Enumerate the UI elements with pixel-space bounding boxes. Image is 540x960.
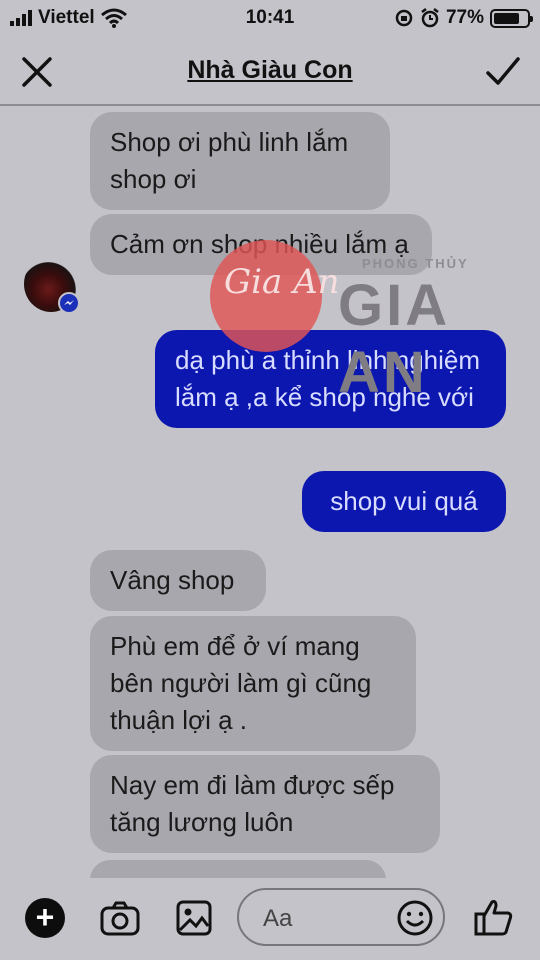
battery-fill: [494, 12, 519, 24]
message-bubble-incoming-partial[interactable]: [90, 860, 386, 878]
photo-icon[interactable]: [172, 896, 216, 940]
message-bubble-incoming[interactable]: Phù em để ở ví mang bên người làm gì cũn…: [90, 616, 416, 751]
emoji-icon[interactable]: [395, 898, 435, 938]
battery-icon: [490, 8, 533, 28]
message-bubble-incoming[interactable]: Nay em đi làm được sếp tăng lương luôn: [90, 755, 440, 853]
alarm-icon: [421, 8, 439, 28]
thumbs-up-icon[interactable]: [472, 896, 516, 940]
conversation-title[interactable]: Nhà Giàu Con: [0, 56, 540, 85]
message-bubble-incoming[interactable]: Vâng shop: [90, 550, 266, 611]
messenger-badge-icon: [58, 292, 80, 314]
battery-percent: 77%: [445, 7, 484, 28]
camera-icon[interactable]: [98, 896, 142, 940]
message-bubble-incoming[interactable]: Shop ơi phù linh lắm shop ơi: [90, 112, 390, 210]
composer-bar: + Aa: [0, 878, 540, 960]
message-bubble-outgoing[interactable]: shop vui quá: [302, 471, 506, 532]
message-input-placeholder: Aa: [263, 905, 293, 932]
message-bubble-outgoing[interactable]: dạ phù a thỉnh linh nghiệm lắm ạ ,a kể s…: [155, 330, 506, 428]
status-bar: Viettel 10:41 77%: [0, 0, 540, 36]
chat-header: Nhà Giàu Con: [0, 36, 540, 106]
plus-icon[interactable]: +: [25, 898, 65, 938]
checkmark-icon[interactable]: [484, 53, 522, 91]
message-input[interactable]: Aa: [237, 888, 445, 946]
message-bubble-incoming[interactable]: Cảm ơn shop nhiều lắm ạ: [90, 214, 432, 275]
rotation-lock-icon: [395, 9, 413, 27]
status-right: 77%: [394, 7, 533, 29]
message-list[interactable]: Shop ơi phù linh lắm shop ơi Cảm ơn shop…: [0, 108, 540, 878]
